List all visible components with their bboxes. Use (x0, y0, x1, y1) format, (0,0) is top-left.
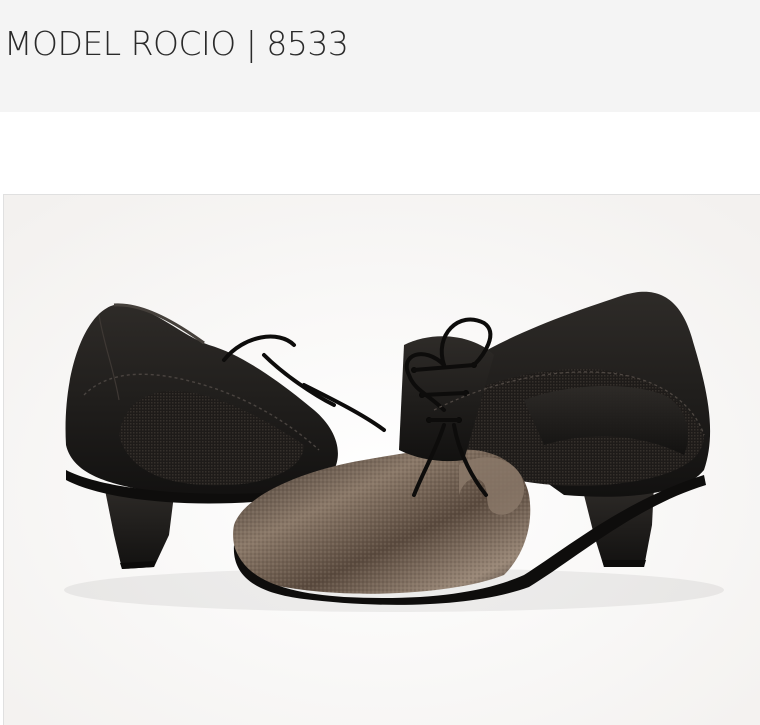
product-image[interactable] (4, 195, 760, 725)
product-image-frame (3, 194, 760, 725)
page-header: MODEL ROCIO | 8533 (0, 0, 760, 112)
page-title: MODEL ROCIO | 8533 (4, 24, 349, 63)
